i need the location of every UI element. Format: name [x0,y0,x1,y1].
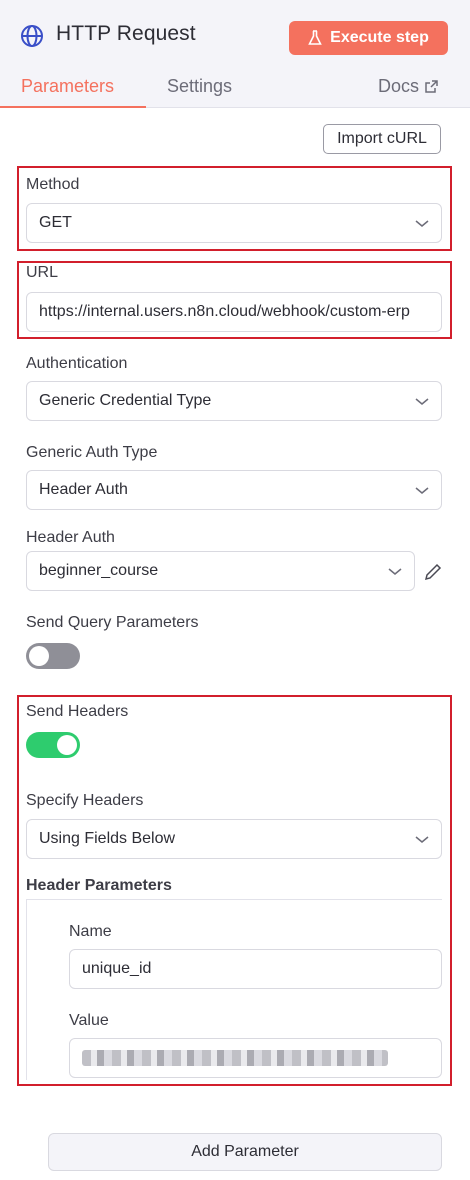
header-value-label: Value [69,1012,109,1029]
chevron-down-icon [388,568,402,575]
send-query-parameters-label: Send Query Parameters [26,614,199,631]
header-auth-label: Header Auth [26,529,115,546]
url-input[interactable]: https://internal.users.n8n.cloud/webhook… [26,292,442,332]
globe-icon [21,25,43,47]
authentication-value: Generic Credential Type [39,392,212,409]
active-tab-indicator [0,106,146,108]
specify-headers-select[interactable]: Using Fields Below [26,819,442,859]
header-parameters-label: Header Parameters [26,877,172,894]
header-name-label: Name [69,923,112,940]
send-headers-label: Send Headers [26,703,129,720]
tab-docs[interactable]: Docs [378,76,438,97]
pencil-icon[interactable] [423,562,443,582]
node-header: HTTP Request Execute step Parameters Set… [0,0,470,108]
node-title: HTTP Request [56,22,196,45]
generic-auth-type-value: Header Auth [39,481,128,498]
authentication-label: Authentication [26,355,128,372]
external-link-icon [425,80,438,93]
flask-icon [308,30,322,45]
collection-indent-line [26,900,27,1080]
import-curl-button[interactable]: Import cURL [323,124,441,154]
method-value: GET [39,214,72,231]
tab-docs-label: Docs [378,76,420,96]
url-label: URL [26,264,59,281]
tab-parameters[interactable]: Parameters [21,76,114,97]
method-label: Method [26,176,80,193]
execute-step-label: Execute step [330,29,429,46]
specify-headers-value: Using Fields Below [39,830,176,847]
redacted-value [82,1050,388,1066]
header-name-value: unique_id [82,960,152,977]
generic-auth-type-label: Generic Auth Type [26,444,158,461]
specify-headers-label: Specify Headers [26,792,144,809]
toggle-knob [57,735,77,755]
header-auth-value: beginner_course [39,562,159,579]
send-headers-toggle[interactable] [26,732,80,758]
execute-step-button[interactable]: Execute step [289,21,448,55]
send-query-parameters-toggle[interactable] [26,643,80,669]
header-auth-select[interactable]: beginner_course [26,551,415,591]
toggle-knob [29,646,49,666]
add-parameter-button[interactable]: Add Parameter [48,1133,442,1171]
chevron-down-icon [415,220,429,227]
tab-settings[interactable]: Settings [167,76,232,97]
chevron-down-icon [415,398,429,405]
section-divider [26,899,442,900]
chevron-down-icon [415,836,429,843]
url-value: https://internal.users.n8n.cloud/webhook… [39,303,410,320]
generic-auth-type-select[interactable]: Header Auth [26,470,442,510]
method-select[interactable]: GET [26,203,442,243]
chevron-down-icon [415,487,429,494]
header-name-input[interactable]: unique_id [69,949,442,989]
authentication-select[interactable]: Generic Credential Type [26,381,442,421]
